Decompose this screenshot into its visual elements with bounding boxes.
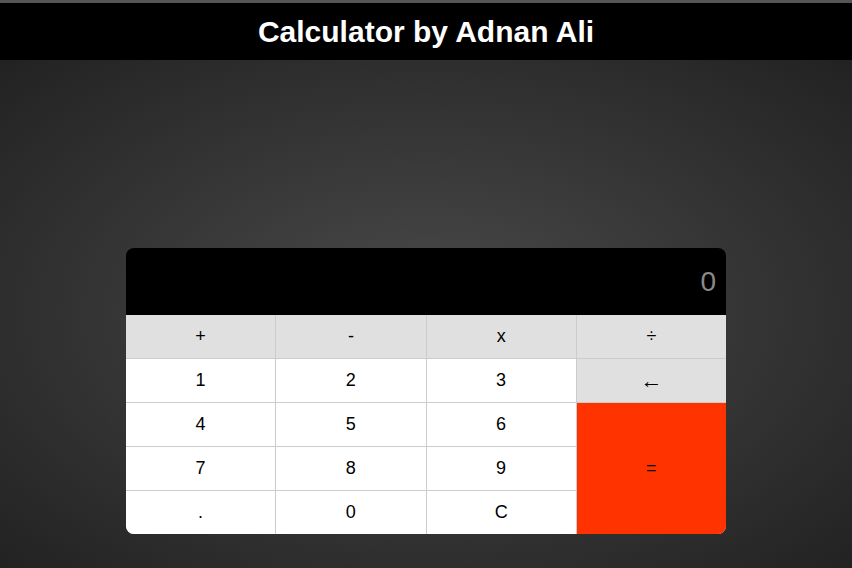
- key-button[interactable]: 7: [126, 447, 275, 490]
- key-button[interactable]: 6: [427, 403, 576, 446]
- key-button[interactable]: 9: [427, 447, 576, 490]
- key-button[interactable]: 0: [276, 491, 425, 534]
- key-button[interactable]: 8: [276, 447, 425, 490]
- key-button[interactable]: 2: [276, 359, 425, 402]
- backspace-button[interactable]: ←: [577, 359, 726, 402]
- keypad: +-x÷ 123← 456= 789.0C: [126, 315, 726, 534]
- key-button[interactable]: 1: [126, 359, 275, 402]
- key-button[interactable]: 3: [427, 359, 576, 402]
- app: Calculator by Adnan Ali 0 +-x÷ 123← 456= 789.…: [0, 0, 852, 568]
- calculator: 0+-x÷123←456=789.0C: [126, 248, 726, 534]
- operator-button[interactable]: -: [276, 315, 425, 358]
- key-button[interactable]: 4: [126, 403, 275, 446]
- equals-button[interactable]: =: [577, 403, 726, 534]
- display-value: 0: [700, 261, 716, 303]
- key-button[interactable]: 5: [276, 403, 425, 446]
- chalkboard-background: 0+-x÷123←456=789.0C: [0, 60, 852, 568]
- operator-button[interactable]: ÷: [577, 315, 726, 358]
- operator-button[interactable]: +: [126, 315, 275, 358]
- header: Calculator by Adnan Ali: [0, 0, 852, 60]
- key-button[interactable]: C: [427, 491, 576, 534]
- operator-button[interactable]: x: [427, 315, 576, 358]
- page-title: Calculator by Adnan Ali: [258, 17, 594, 47]
- key-button[interactable]: .: [126, 491, 275, 534]
- display: 0: [126, 248, 726, 315]
